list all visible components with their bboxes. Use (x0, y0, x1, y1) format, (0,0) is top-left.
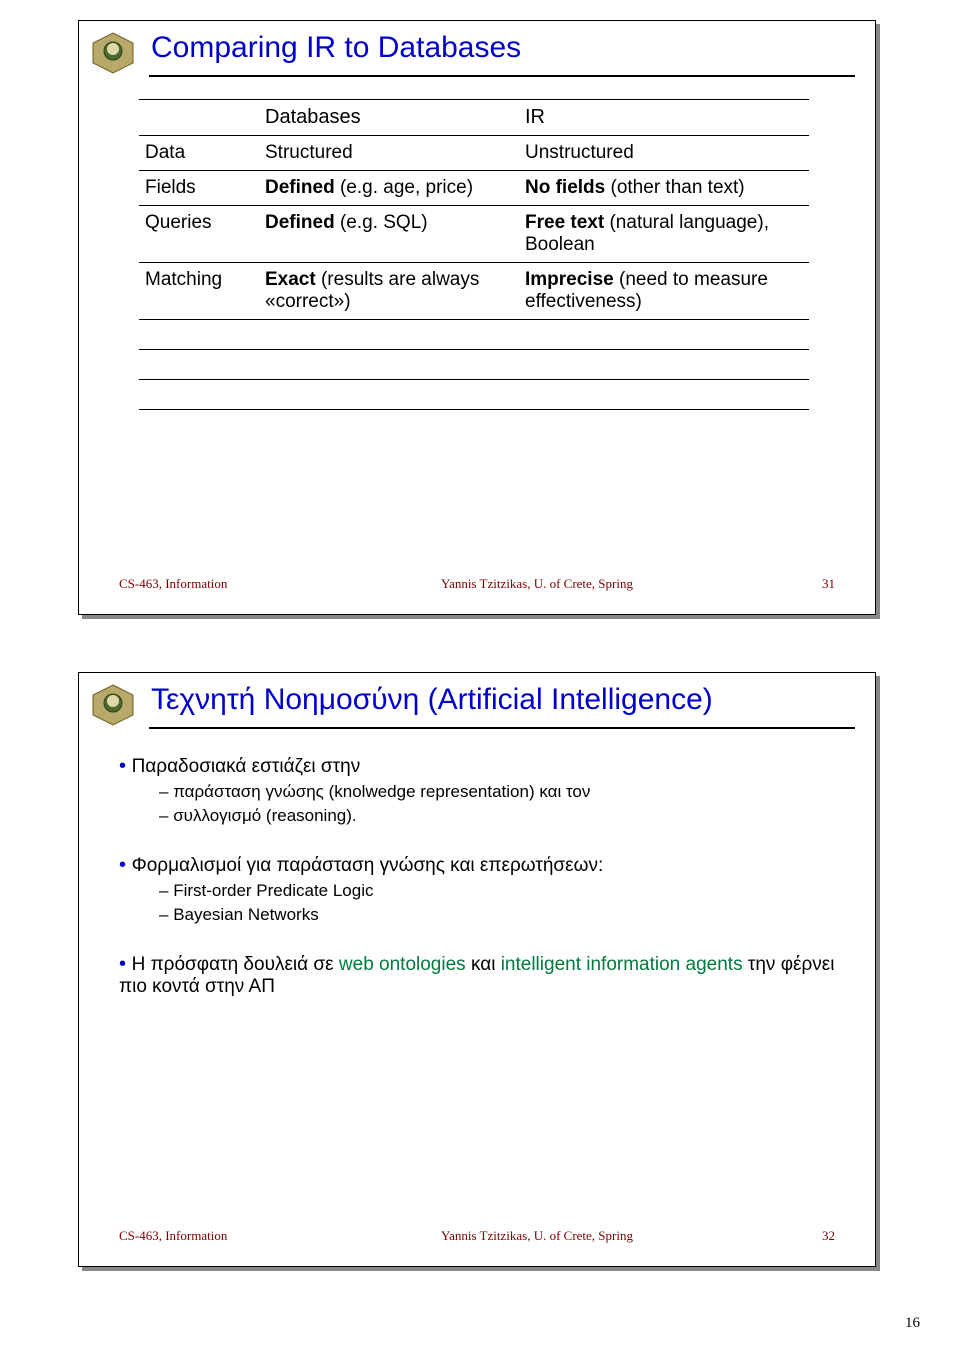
footer-left: CS-463, InformationRetrieval (119, 576, 299, 608)
comparison-table: Databases IR Data Structured Unstructure… (139, 99, 809, 410)
bullet-level2: Bayesian Networks (159, 905, 845, 925)
title-underline (149, 75, 855, 77)
cell: Free text (natural language), Boolean (519, 206, 809, 263)
bullet-level1: Φορμαλισμοί για παράσταση γνώσης και επε… (119, 854, 845, 877)
slide-title: Comparing IR to Databases (151, 31, 521, 65)
row-label: Data (139, 136, 259, 171)
cell: Unstructured (519, 136, 809, 171)
slide-2: Τεχνητή Νοημοσύνη (Artificial Intelligen… (78, 672, 876, 1267)
table-row: Matching Exact (results are always «corr… (139, 263, 809, 320)
table-row-empty (139, 350, 809, 380)
table-row: Queries Defined (e.g. SQL) Free text (na… (139, 206, 809, 263)
footer-center: Yannis Tzitzikas, U. of Crete, Spring200… (299, 1228, 775, 1260)
footer-page-number: 31 (775, 576, 835, 608)
footer-page-number: 32 (775, 1228, 835, 1260)
cell: Structured (259, 136, 519, 171)
slide-1: Comparing IR to Databases Databases IR D… (78, 20, 876, 615)
cell: No fields (other than text) (519, 171, 809, 206)
slide-body: Παραδοσιακά εστιάζει στην παράσταση γνώση… (119, 755, 845, 1002)
bullet-level1: Η πρόσφατη δουλειά σε web ontologies και… (119, 953, 845, 998)
row-label: Queries (139, 206, 259, 263)
row-label: Fields (139, 171, 259, 206)
table-row-empty (139, 320, 809, 350)
table-header-row: Databases IR (139, 100, 809, 136)
document-page-number: 16 (905, 1315, 920, 1332)
table-row: Fields Defined (e.g. age, price) No fiel… (139, 171, 809, 206)
slide-footer: CS-463, InformationRetrieval Yannis Tzit… (119, 576, 835, 608)
university-crest-icon (89, 681, 137, 729)
footer-center: Yannis Tzitzikas, U. of Crete, Spring200… (299, 576, 775, 608)
bullet-level1: Παραδοσιακά εστιάζει στην (119, 755, 845, 778)
cell: Defined (e.g. age, price) (259, 171, 519, 206)
col-ir: IR (519, 100, 809, 136)
bullet-level2: First-order Predicate Logic (159, 881, 845, 901)
slide-title: Τεχνητή Νοημοσύνη (Artificial Intelligen… (151, 683, 713, 717)
slide-footer: CS-463, InformationRetrieval Yannis Tzit… (119, 1228, 835, 1260)
table-row-empty (139, 380, 809, 410)
table-row: Data Structured Unstructured (139, 136, 809, 171)
row-label: Matching (139, 263, 259, 320)
cell: Imprecise (need to measure effectiveness… (519, 263, 809, 320)
bullet-level2: συλλογισμό (reasoning). (159, 806, 845, 826)
bullet-level2: παράσταση γνώσης (knolwedge representati… (159, 782, 845, 802)
title-underline (149, 727, 855, 729)
cell: Exact (results are always «correct») (259, 263, 519, 320)
footer-left: CS-463, InformationRetrieval (119, 1228, 299, 1260)
cell: Defined (e.g. SQL) (259, 206, 519, 263)
university-crest-icon (89, 29, 137, 77)
col-databases: Databases (259, 100, 519, 136)
